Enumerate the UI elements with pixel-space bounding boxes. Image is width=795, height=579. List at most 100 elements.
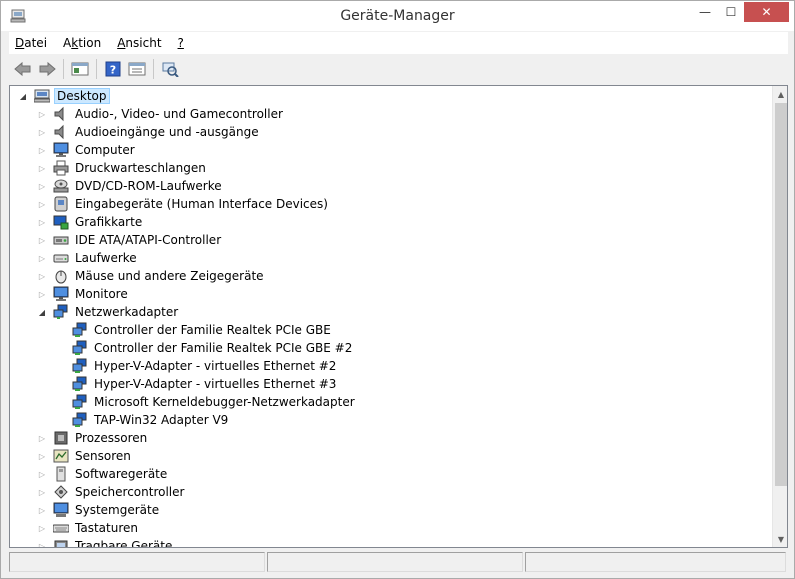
network-adapter-icon [72,394,87,409]
menu-ansicht[interactable]: Ansicht [111,33,167,53]
tree-category[interactable]: ▷ Prozessoren [37,429,149,447]
network-adapter-icon [72,322,87,337]
network-adapter-icon [72,376,87,391]
tree-category[interactable]: ▷ Eingabegeräte (Human Interface Devices) [37,195,330,213]
collapsed-arrow-icon[interactable]: ▷ [37,145,47,155]
mouse-icon [55,270,67,284]
tree-device[interactable]: Controller der Familie Realtek PCIe GBE [56,321,333,339]
storage-controller-icon [54,485,68,499]
collapsed-arrow-icon[interactable]: ▷ [37,541,47,548]
menu-datei-rest: atei [24,36,48,50]
forward-button[interactable] [35,58,58,80]
collapsed-arrow-icon[interactable]: ▷ [37,487,47,497]
expanded-arrow-icon[interactable]: ◢ [37,307,47,317]
title-bar[interactable]: Geräte-Manager — ☐ ✕ [1,1,794,31]
tree-category[interactable]: ▷ IDE ATA/ATAPI-Controller [37,231,223,249]
collapsed-arrow-icon[interactable]: ▷ [37,181,47,191]
collapsed-arrow-icon[interactable]: ▷ [37,469,47,479]
tree-category[interactable]: ▷ Mäuse und andere Zeigegeräte [37,267,266,285]
tree-device[interactable]: Controller der Familie Realtek PCIe GBE … [56,339,354,357]
tree-category[interactable]: ▷ Speichercontroller [37,483,186,501]
collapsed-arrow-icon[interactable]: ▷ [37,127,47,137]
menu-help[interactable]: ? [172,33,190,53]
tree-category[interactable]: ▷ Tastaturen [37,519,140,537]
tree-device[interactable]: Hyper-V-Adapter - virtuelles Ethernet #2 [56,357,338,375]
tree-category[interactable]: ▷ Audio-, Video- und Gamecontroller [37,105,285,123]
system-device-icon [53,502,69,517]
tree-node-label: Audioeingänge und -ausgänge [75,125,259,139]
scan-hardware-button[interactable] [158,58,181,80]
forward-icon [39,61,56,77]
status-bar [9,552,788,572]
tree-node-label: Sensoren [75,449,131,463]
collapsed-arrow-icon[interactable]: ▷ [37,109,47,119]
collapsed-arrow-icon[interactable]: ▷ [37,253,47,263]
menu-datei-access-key: D [15,36,25,50]
collapsed-arrow-icon[interactable]: ▷ [37,433,47,443]
collapsed-arrow-icon[interactable]: ▷ [37,289,47,299]
tree-node-label: Softwaregeräte [75,467,168,481]
tree-node-label: Mäuse und andere Zeigegeräte [75,269,264,283]
tree-category[interactable]: ▷ Sensoren [37,447,133,465]
tree-category[interactable]: ▷ Grafikkarte [37,213,144,231]
sensor-icon [53,449,69,463]
tree-category[interactable]: ▷ Tragbare Geräte [37,537,174,548]
expanded-arrow-icon[interactable]: ◢ [18,91,28,101]
tree-category[interactable]: ▷ Audioeingänge und -ausgänge [37,123,261,141]
tree-root-desktop[interactable]: ◢ Desktop [18,87,110,105]
tree-device[interactable]: TAP-Win32 Adapter V9 [56,411,230,429]
close-button[interactable]: ✕ [744,2,789,22]
monitor-icon [53,286,69,301]
collapsed-arrow-icon[interactable]: ▷ [37,271,47,281]
scrollbar-thumb[interactable] [775,103,787,486]
device-tree[interactable]: ◢ Desktop ▷ Audio-, Video- und Gamecontroll… [10,86,772,547]
collapsed-arrow-icon[interactable]: ▷ [37,217,47,227]
tree-device[interactable]: Microsoft Kerneldebugger-Netzwerkadapter [56,393,357,411]
tree-category[interactable]: ▷ Softwaregeräte [37,465,169,483]
collapsed-arrow-icon[interactable]: ▷ [37,451,47,461]
minimize-button[interactable]: — [692,2,718,22]
properties-button[interactable] [68,58,91,80]
tree-node-label: Druckwarteschlangen [75,161,206,175]
maximize-button[interactable]: ☐ [718,2,744,22]
tree-category[interactable]: ▷ Laufwerke [37,249,139,267]
help-button[interactable]: ? [101,58,124,80]
tree-category[interactable]: ▷ DVD/CD-ROM-Laufwerke [37,177,224,195]
software-device-icon [56,466,66,482]
portable-device-icon [54,540,68,547]
tree-device[interactable]: Hyper-V-Adapter - virtuelles Ethernet #3 [56,375,338,393]
monitor-icon [53,142,69,157]
tree-node-label: Netzwerkadapter [75,305,179,319]
view-icon [128,62,145,76]
collapsed-arrow-icon[interactable]: ▷ [37,199,47,209]
tree-category[interactable]: ▷ Monitore [37,285,130,303]
tree-category[interactable]: ▷ Computer [37,141,137,159]
collapsed-arrow-icon[interactable]: ▷ [37,235,47,245]
collapsed-arrow-icon[interactable]: ▷ [37,163,47,173]
vertical-scrollbar[interactable]: ▲ ▼ [772,86,787,547]
scroll-down-arrow-icon[interactable]: ▼ [773,531,787,547]
maximize-icon: ☐ [725,5,737,19]
tree-category[interactable]: ◢ Netzwerkadapter [37,303,180,321]
collapsed-arrow-icon[interactable]: ▷ [37,505,47,515]
collapsed-arrow-icon[interactable]: ▷ [37,523,47,533]
speaker-icon [54,124,64,140]
menu-help-label: ? [177,36,184,50]
back-button[interactable] [11,58,34,80]
tree-category[interactable]: ▷ Druckwarteschlangen [37,159,208,177]
menu-datei[interactable]: Datei [9,33,53,53]
menu-aktion[interactable]: Aktion [57,33,107,53]
scroll-up-arrow-icon[interactable]: ▲ [773,86,787,102]
disk-drive-icon [53,254,69,263]
tree-node-label: Prozessoren [75,431,148,445]
menu-aktion-rest: tion [78,36,102,50]
tree-node-label: Microsoft Kerneldebugger-Netzwerkadapter [94,395,355,409]
toolbar-separator [153,59,154,79]
tree-node-label: Speichercontroller [75,485,185,499]
view-button[interactable] [125,58,148,80]
tree-category[interactable]: ▷ Systemgeräte [37,501,161,519]
